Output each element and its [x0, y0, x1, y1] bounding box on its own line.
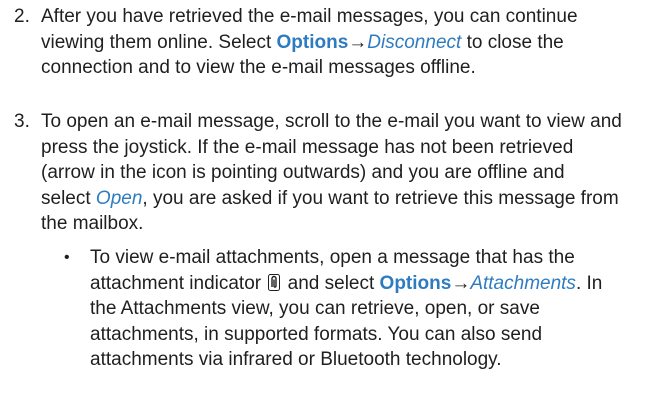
text-fragment: and select [282, 272, 380, 294]
text-fragment: viewing them online. Select [41, 31, 277, 53]
options-menu-ref: Options [276, 31, 349, 53]
options-menu-ref: Options [379, 272, 452, 294]
disconnect-option-ref: Disconnect [367, 31, 462, 53]
bullet-dot: • [64, 249, 70, 266]
text-fragment: to close the [461, 31, 564, 53]
step-text: To open an e-mail message, scroll to the… [41, 109, 661, 237]
text-line: press the joystick. If the e-mail messag… [41, 136, 574, 158]
attachments-option-ref: Attachments [470, 272, 576, 294]
text-line: After you have retrieved the e-mail mess… [41, 6, 578, 27]
text-line: connection and to view the e-mail messag… [41, 57, 476, 78]
step-text: After you have retrieved the e-mail mess… [41, 4, 661, 81]
step-number: 3. [14, 111, 30, 132]
text-line: attachments, in supported formats. You c… [90, 323, 543, 345]
text-line: attachment indicator and select Options→… [90, 271, 665, 297]
text-fragment: , you are asked if you want to retrieve … [142, 187, 619, 209]
text-fragment: attachment indicator [90, 272, 267, 294]
text-line: To open an e-mail message, scroll to the… [41, 111, 622, 132]
bullet-text: To view e-mail attachments, open a messa… [90, 245, 665, 373]
open-option-ref: Open [95, 187, 143, 209]
paperclip-icon [268, 273, 281, 291]
text-fragment: . In [575, 272, 603, 294]
text-line: select Open, you are asked if you want t… [41, 186, 661, 212]
arrow-glyph: → [348, 31, 368, 53]
text-fragment: select [41, 187, 96, 209]
text-line: viewing them online. Select Options→Disc… [41, 30, 661, 56]
text-line: (arrow in the icon is pointing outwards)… [41, 162, 565, 183]
step-number: 2. [14, 6, 30, 27]
text-line: attachments via infrared or Bluetooth te… [90, 349, 502, 370]
text-line: the Attachments view, you can retrieve, … [90, 298, 540, 319]
manual-page: 2. After you have retrieved the e-mail m… [0, 0, 669, 400]
text-line: the mailbox. [41, 213, 144, 234]
text-line: To view e-mail attachments, open a messa… [90, 247, 575, 268]
arrow-glyph: → [451, 272, 471, 294]
